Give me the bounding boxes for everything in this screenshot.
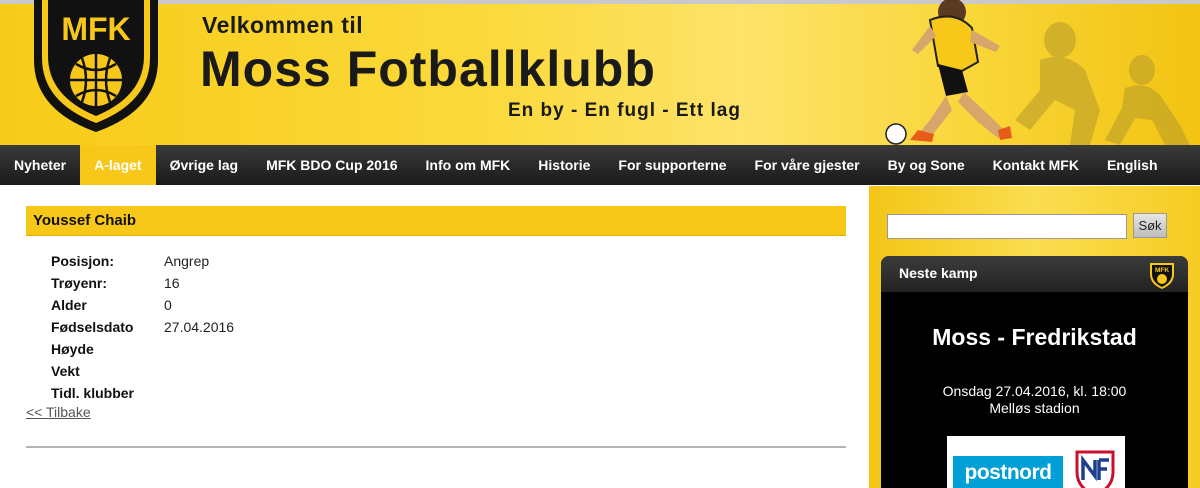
player-name-heading: Youssef Chaib [26,206,846,236]
nav-item-for-supporterne[interactable]: For supporterne [604,145,740,185]
nav-item-info-om-mfk[interactable]: Info om MFK [412,145,525,185]
field-value [164,360,234,382]
mfk-logo-icon[interactable]: MFK [26,0,166,134]
next-match-heading: Neste kamp [899,265,978,281]
field-value: 16 [164,275,180,291]
next-match-widget: Neste kamp MFK Moss - Fredrikstad Onsdag… [881,256,1188,488]
sidebar: Søk Neste kamp MFK Moss - Fredrikstad On… [869,186,1200,488]
match-date-time: Onsdag 27.04.2016, kl. 18:00 [942,383,1127,399]
field-label: Alder [51,297,87,313]
nff-logo-icon [1075,450,1115,488]
nav-item-bdo-cup[interactable]: MFK BDO Cup 2016 [252,145,411,185]
match-venue: Melløs stadion [989,400,1080,416]
field-value: 27.04.2016 [164,319,235,335]
nav-item-ovrige-lag[interactable]: Øvrige lag [156,145,252,185]
search-button[interactable]: Søk [1133,213,1167,238]
nav-item-english[interactable]: English [1093,145,1172,185]
field-label: Posisjon: [51,253,115,269]
field-value: 0 [164,297,172,313]
sponsor-banner[interactable]: postnord [947,436,1125,488]
field-value: Angrep [164,253,210,269]
table-row: Vekt [51,360,234,382]
field-label: Trøyenr: [51,275,108,291]
nav-item-by-og-sone[interactable]: By og Sone [874,145,979,185]
welcome-text: Velkommen til [202,12,364,38]
field-value [164,382,234,404]
back-link[interactable]: << Tilbake [26,404,91,420]
nav-item-nyheter[interactable]: Nyheter [0,145,80,185]
table-row: Høyde [51,338,234,360]
field-label: Vekt [51,363,80,379]
field-label: Høyde [51,341,94,357]
player-silhouette-image [885,0,1190,145]
player-info-table: Posisjon: Angrep Trøyenr: 16 Alder 0 Fød… [51,250,234,404]
table-row: Fødselsdato 27.04.2016 [51,316,234,338]
svg-text:MFK: MFK [61,11,130,47]
search-input[interactable] [887,214,1127,239]
header-banner: MFK Velkommen til Moss Fotballklubb En b… [0,0,1200,145]
postnord-logo: postnord [953,456,1063,488]
next-match-header: Neste kamp MFK [881,256,1188,292]
nav-item-kontakt-mfk[interactable]: Kontakt MFK [979,145,1093,185]
main-nav: Nyheter A-laget Øvrige lag MFK BDO Cup 2… [0,145,1200,185]
club-slogan: En by - En fugl - Ett lag [508,100,741,121]
match-teams: Moss - Fredrikstad [932,324,1137,350]
mfk-mini-logo-icon: MFK [1150,263,1174,289]
table-row: Alder 0 [51,294,234,316]
player-profile: Youssef Chaib Posisjon: Angrep Trøyenr: … [26,206,846,422]
nav-item-for-vare-gjester[interactable]: For våre gjester [741,145,874,185]
content-divider [26,446,846,448]
svg-text:MFK: MFK [1155,267,1169,274]
match-details: Onsdag 27.04.2016, kl. 18:00 Melløs stad… [881,383,1188,417]
table-row: Trøyenr: 16 [51,272,234,294]
nav-item-historie[interactable]: Historie [524,145,604,185]
field-value [164,338,234,360]
field-label: Fødselsdato [51,319,134,335]
club-name-heading: Moss Fotballklubb [200,41,656,97]
table-row: Tidl. klubber [51,382,234,404]
field-label: Tidl. klubber [51,385,134,401]
nav-item-a-laget[interactable]: A-laget [80,145,156,185]
table-row: Posisjon: Angrep [51,250,234,272]
